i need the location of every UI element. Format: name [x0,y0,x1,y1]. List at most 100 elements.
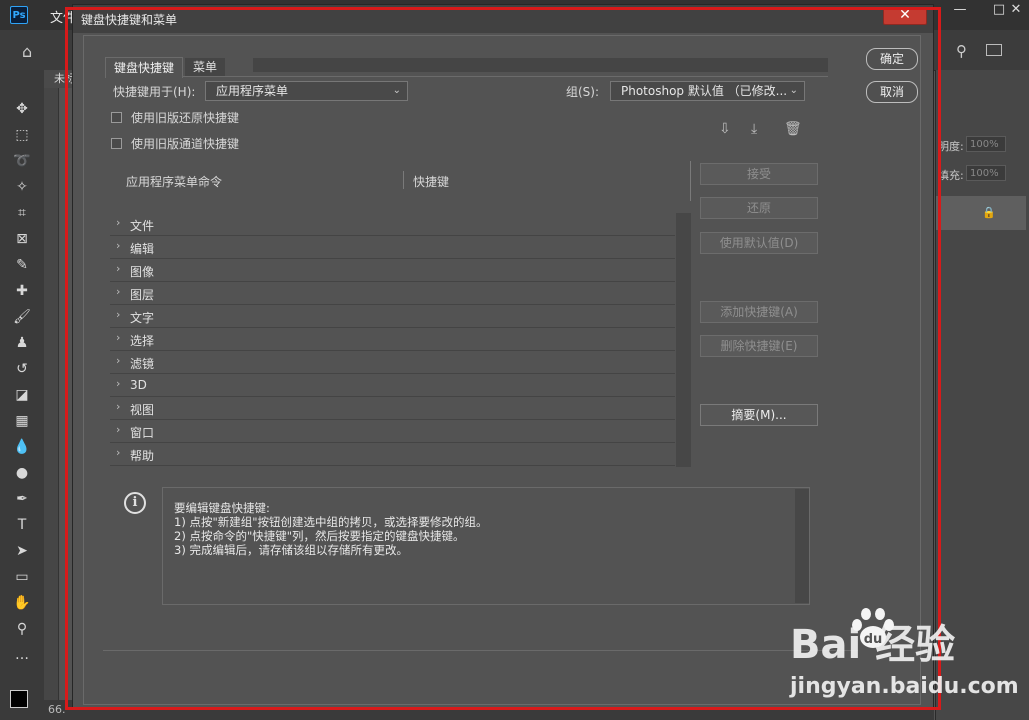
chevron-right-icon: › [116,239,121,252]
tab-menus[interactable]: 菜单 [185,58,226,76]
vertical-ruler [44,88,59,708]
list-item[interactable]: › 3D [110,374,675,397]
path-selection-tool-icon[interactable]: ➤ [8,540,36,562]
list-item-label: 编辑 [130,242,155,256]
ok-button[interactable]: 确定 [866,48,918,70]
delete-shortcut-button[interactable]: 删除快捷键(E) [700,335,818,357]
svg-text:du: du [864,632,883,647]
chevron-right-icon: › [116,354,121,367]
app-close-icon[interactable]: ✕ [1003,0,1029,20]
add-shortcut-button[interactable]: 添加快捷键(A) [700,301,818,323]
bottom-separator [103,650,858,651]
list-item-label: 文件 [130,219,155,233]
list-item-label: 帮助 [130,449,155,463]
list-item[interactable]: › 窗口 [110,420,675,443]
set-label: 组(S): [566,85,600,99]
list-item-label: 文字 [130,311,155,325]
hand-tool-icon[interactable]: ✋ [8,592,36,614]
history-brush-tool-icon[interactable]: ↺ [8,358,36,380]
more-tools-icon[interactable]: … [8,644,36,666]
minimize-icon[interactable]: — [947,0,973,20]
keyboard-shortcuts-dialog: 键盘快捷键和菜单 ✕ 键盘快捷键 菜单 快捷键用于(H): 应用程序菜单 ⌄ 组… [72,4,934,710]
chevron-right-icon: › [116,400,121,413]
frame-tool-icon[interactable]: ⊠ [8,228,36,250]
list-item[interactable]: › 视图 [110,397,675,420]
photoshop-logo-icon: Ps [10,6,28,24]
shortcuts-for-select[interactable]: 应用程序菜单 ⌄ [205,81,408,101]
opacity-label: 明度: [938,140,964,153]
list-item[interactable]: › 帮助 [110,443,675,466]
lock-icon: 🔒 [982,206,996,219]
legacy-channel-checkbox[interactable] [111,138,122,149]
tab-strip-line [105,76,828,77]
save-set-icon[interactable]: ⇩ [719,121,731,137]
chevron-right-icon: › [116,285,121,298]
cancel-button[interactable]: 取消 [866,81,918,103]
stamp-tool-icon[interactable]: ♟ [8,332,36,354]
magic-wand-tool-icon[interactable]: ✧ [8,176,36,198]
eraser-tool-icon[interactable]: ◪ [8,384,36,406]
zoom-tool-icon[interactable]: ⚲ [8,618,36,640]
undo-button[interactable]: 还原 [700,197,818,219]
eyedropper-tool-icon[interactable]: ✎ [8,254,36,276]
chevron-right-icon: › [116,377,121,390]
crop-tool-icon[interactable]: ⌗ [8,202,36,224]
column-divider [690,161,691,201]
summarize-button[interactable]: 摘要(M)... [700,404,818,426]
chevron-down-icon: ⌄ [392,85,401,96]
foreground-color-swatch[interactable] [10,690,28,708]
list-item-label: 窗口 [130,426,155,440]
chevron-right-icon: › [116,262,121,275]
baidu-paw-icon: du [852,608,894,648]
list-item-label: 3D [130,378,147,392]
list-item[interactable]: › 图像 [110,259,675,282]
list-scrollbar[interactable] [676,213,691,467]
set-select[interactable]: Photoshop 默认值 （已修改... ⌄ [610,81,805,101]
layer-row[interactable] [936,196,1026,230]
list-item[interactable]: › 图层 [110,282,675,305]
dialog-titlebar [73,5,933,33]
accept-button[interactable]: 接受 [700,163,818,185]
list-item[interactable]: › 文字 [110,305,675,328]
dodge-tool-icon[interactable]: ● [8,462,36,484]
chevron-right-icon: › [116,331,121,344]
baidu-url-watermark: jingyan.baidu.com [790,674,1019,699]
list-item-label: 滤镜 [130,357,155,371]
list-item[interactable]: › 选择 [110,328,675,351]
tab-strip [253,58,828,72]
gradient-tool-icon[interactable]: ▦ [8,410,36,432]
dialog-close-button[interactable]: ✕ [883,7,927,25]
search-icon[interactable]: ⚲ [956,42,967,60]
tab-keyboard-shortcuts[interactable]: 键盘快捷键 [105,57,184,78]
list-item[interactable]: › 编辑 [110,236,675,259]
pen-tool-icon[interactable]: ✒ [8,488,36,510]
fill-label: 填充: [938,169,964,182]
info-icon: i [124,492,146,514]
info-scrollbar[interactable] [795,489,809,603]
command-list: › 文件 › 编辑 › 图像 › 图层 › 文字 › 选择 › 滤镜 › 3D › 视图 › 窗口 … [110,213,691,467]
workspace-icon[interactable] [986,44,1002,56]
rectangle-tool-icon[interactable]: ▭ [8,566,36,588]
list-item[interactable]: › 文件 [110,213,675,236]
fill-field[interactable]: 100% [966,165,1006,181]
home-icon[interactable]: ⌂ [22,42,32,61]
blur-tool-icon[interactable]: 💧 [8,436,36,458]
use-default-button[interactable]: 使用默认值(D) [700,232,818,254]
healing-tool-icon[interactable]: ✚ [8,280,36,302]
legacy-undo-checkbox[interactable] [111,112,122,123]
opacity-field[interactable]: 100% [966,136,1006,152]
trash-icon[interactable]: 🗑 [784,121,802,137]
marquee-tool-icon[interactable]: ⬚ [8,124,36,146]
brush-tool-icon[interactable]: 🖌 [8,306,36,328]
dialog-title: 键盘快捷键和菜单 [81,13,178,27]
list-item[interactable]: › 滤镜 [110,351,675,374]
move-tool-icon[interactable]: ✥ [8,98,36,120]
column-header-shortcut: 快捷键 [413,175,450,189]
type-tool-icon[interactable]: T [8,514,36,536]
shortcuts-for-label: 快捷键用于(H): [113,85,196,99]
chevron-right-icon: › [116,423,121,436]
lasso-tool-icon[interactable]: ➰ [8,150,36,172]
column-divider [403,171,404,189]
chevron-right-icon: › [116,308,121,321]
new-set-icon[interactable]: ⤓ [751,121,757,137]
